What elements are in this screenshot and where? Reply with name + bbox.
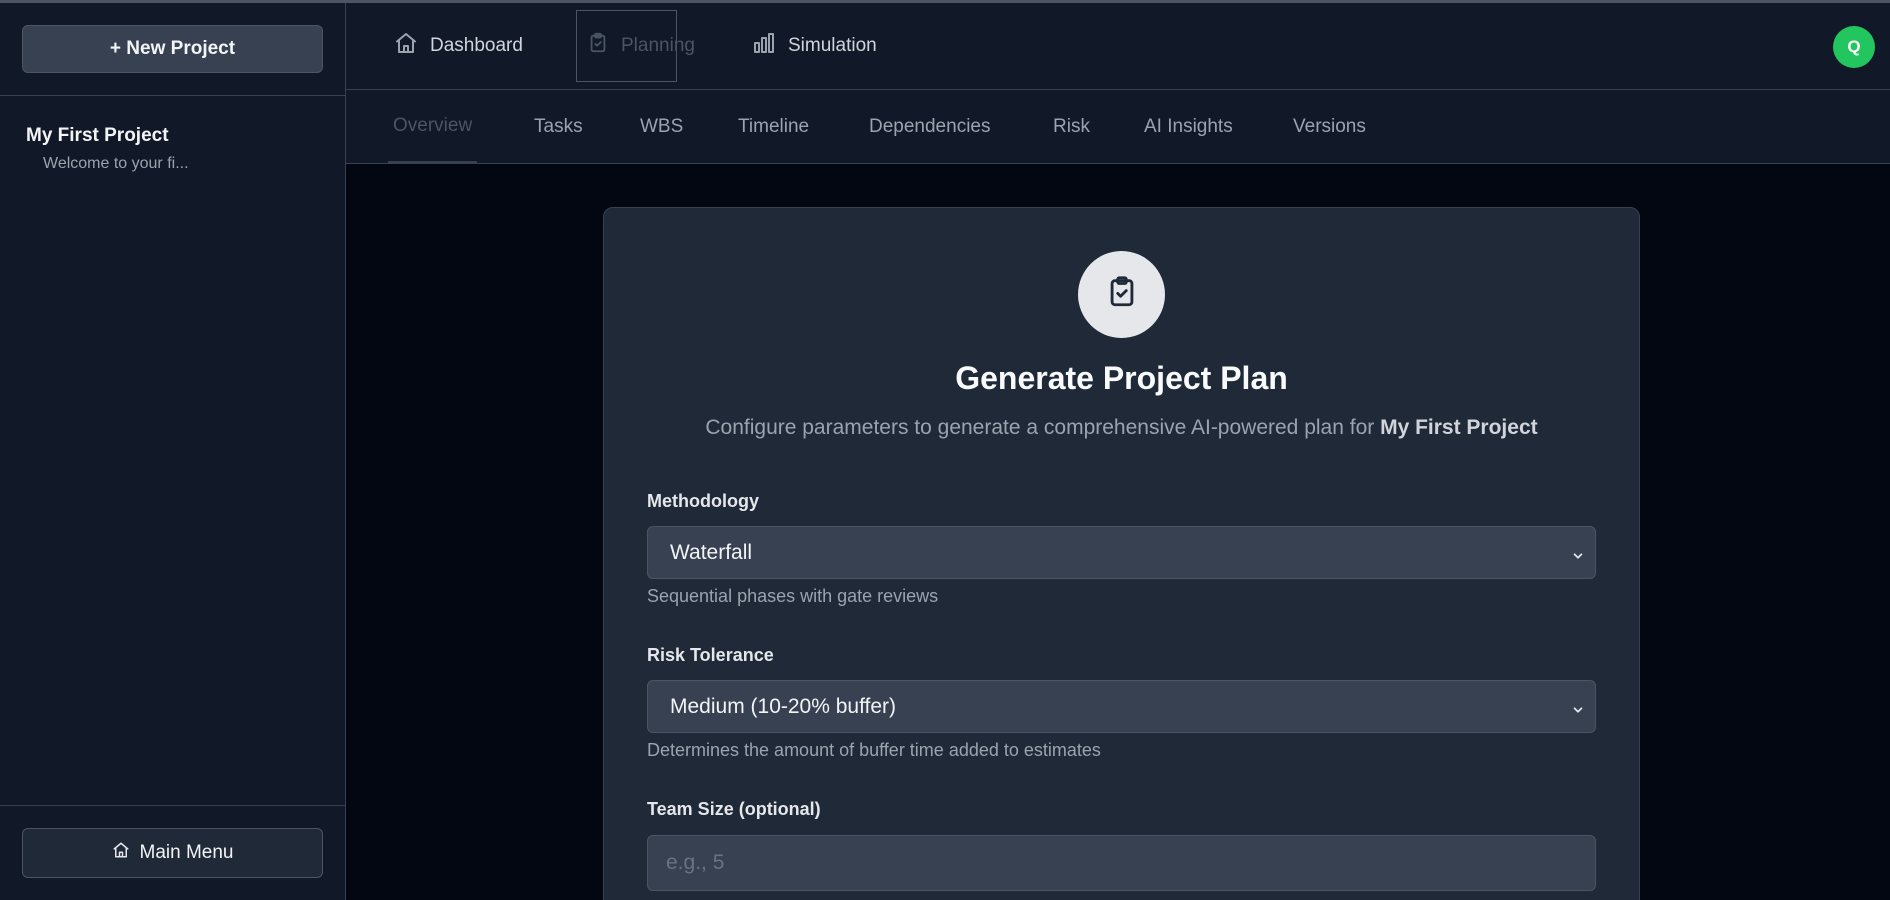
project-tabs: Overview Tasks WBS Timeline Dependencies… — [346, 90, 1890, 164]
methodology-help: Sequential phases with gate reviews — [647, 586, 939, 606]
tab-risk[interactable]: Risk — [1053, 90, 1090, 163]
sidebar-project-item[interactable]: My First Project Welcome to your fi... — [26, 125, 326, 173]
project-description: Welcome to your fi... — [43, 155, 189, 172]
user-avatar[interactable]: Q — [1833, 26, 1875, 68]
tab-timeline[interactable]: Timeline — [738, 90, 809, 163]
card-subtitle: Configure parameters to generate a compr… — [705, 416, 1538, 439]
sidebar-divider — [0, 805, 345, 806]
team-size-input[interactable] — [647, 835, 1596, 891]
card-title: Generate Project Plan — [955, 360, 1288, 396]
risk-tolerance-help: Determines the amount of buffer time add… — [647, 740, 1101, 760]
clipboard-icon — [587, 31, 609, 61]
risk-tolerance-value: Medium (10-20% buffer) — [670, 694, 897, 718]
nav-dashboard[interactable]: Dashboard — [384, 10, 533, 82]
sidebar-divider — [0, 95, 345, 96]
bar-chart-icon — [752, 31, 776, 61]
team-size-label: Team Size (optional) — [647, 799, 821, 819]
tab-dependencies[interactable]: Dependencies — [869, 90, 990, 163]
tab-tasks[interactable]: Tasks — [534, 90, 583, 163]
nav-simulation[interactable]: Simulation — [742, 10, 887, 82]
new-project-button[interactable]: + New Project — [22, 25, 323, 73]
generate-plan-card: Generate Project Plan Configure paramete… — [603, 207, 1640, 900]
subtitle-project-name: My First Project — [1380, 416, 1538, 439]
chevron-down-icon — [1571, 545, 1585, 569]
methodology-value: Waterfall — [670, 540, 753, 564]
plan-icon-badge — [1078, 251, 1165, 338]
nav-dashboard-label: Dashboard — [430, 35, 523, 56]
risk-tolerance-select[interactable]: Medium (10-20% buffer) — [647, 680, 1596, 733]
tab-ai-insights[interactable]: AI Insights — [1144, 90, 1233, 163]
nav-simulation-label: Simulation — [788, 35, 877, 56]
tab-overview[interactable]: Overview — [388, 90, 478, 163]
top-nav: Dashboard Planning Simulation — [346, 3, 1890, 90]
tab-wbs[interactable]: WBS — [640, 90, 683, 163]
clipboard-check-icon — [1105, 274, 1139, 315]
project-name: My First Project — [26, 125, 169, 146]
risk-tolerance-label: Risk Tolerance — [647, 645, 774, 665]
sidebar: + New Project My First Project Welcome t… — [0, 3, 346, 900]
methodology-label: Methodology — [647, 491, 759, 511]
main-menu-label: Main Menu — [139, 842, 234, 863]
nav-planning-label: Planning — [621, 35, 695, 56]
nav-planning[interactable]: Planning — [576, 10, 695, 82]
main-menu-button[interactable]: Main Menu — [22, 828, 323, 878]
home-icon — [112, 841, 130, 865]
tab-versions[interactable]: Versions — [1293, 90, 1366, 163]
chevron-down-icon — [1571, 699, 1585, 723]
home-icon — [394, 31, 418, 61]
methodology-select[interactable]: Waterfall — [647, 526, 1596, 579]
